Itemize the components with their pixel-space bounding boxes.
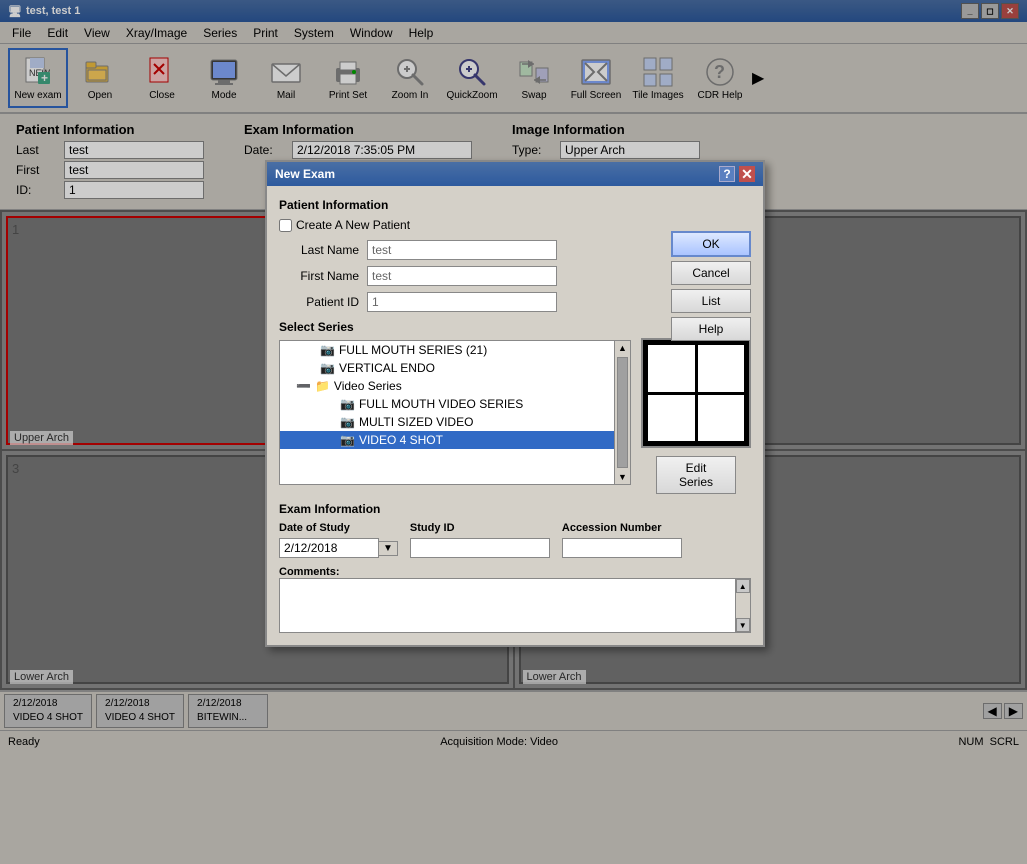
date-of-study-label: Date of Study bbox=[279, 522, 398, 534]
cancel-button[interactable]: Cancel bbox=[671, 261, 751, 285]
series-icon-4: 📷 bbox=[340, 415, 355, 429]
help-button[interactable]: Help bbox=[671, 317, 751, 341]
accession-col: Accession Number bbox=[562, 522, 682, 558]
dialog-title: New Exam bbox=[275, 167, 335, 181]
new-exam-dialog: New Exam ? ✕ OK Cancel List Help Patient… bbox=[265, 160, 765, 647]
create-patient-label: Create A New Patient bbox=[296, 218, 410, 232]
folder-icon: 📁 bbox=[315, 379, 330, 393]
create-patient-row: Create A New Patient bbox=[279, 218, 751, 232]
date-input-wrap: ▼ bbox=[279, 538, 398, 558]
modal-overlay: New Exam ? ✕ OK Cancel List Help Patient… bbox=[0, 0, 1027, 864]
scroll-down-arrow[interactable]: ▼ bbox=[615, 470, 630, 484]
series-item-4[interactable]: 📷 MULTI SIZED VIDEO bbox=[280, 413, 614, 431]
date-of-study-input[interactable] bbox=[279, 538, 379, 558]
dialog-body: OK Cancel List Help Patient Information … bbox=[267, 186, 763, 645]
scroll-thumb bbox=[617, 357, 628, 468]
list-button[interactable]: List bbox=[671, 289, 751, 313]
study-id-col: Study ID bbox=[410, 522, 550, 558]
series-folder-video[interactable]: ➖ 📁 Video Series bbox=[280, 377, 614, 395]
dialog-buttons: OK Cancel List Help bbox=[671, 231, 751, 341]
series-label-4: MULTI SIZED VIDEO bbox=[359, 415, 473, 429]
comments-scroll-down[interactable]: ▼ bbox=[736, 618, 751, 632]
comments-label: Comments: bbox=[279, 566, 751, 578]
comments-wrap: ▲ ▼ bbox=[279, 578, 751, 633]
series-item-1[interactable]: 📷 VERTICAL ENDO bbox=[280, 359, 614, 377]
series-icon-0: 📷 bbox=[320, 343, 335, 357]
first-name-input[interactable] bbox=[367, 266, 557, 286]
series-item-5[interactable]: 📷 VIDEO 4 SHOT bbox=[280, 431, 614, 449]
dialog-close-button[interactable]: ✕ bbox=[739, 166, 755, 182]
series-section: Select Series 📷 FULL MOUTH SERIES (21) 📷 bbox=[279, 320, 751, 494]
create-patient-checkbox[interactable] bbox=[279, 219, 292, 232]
last-name-field-label: Last Name bbox=[279, 243, 359, 257]
series-label-3: FULL MOUTH VIDEO SERIES bbox=[359, 397, 523, 411]
series-scrollbar[interactable]: ▲ ▼ bbox=[615, 340, 631, 485]
dialog-titlebar: New Exam ? ✕ bbox=[267, 162, 763, 186]
ok-button[interactable]: OK bbox=[671, 231, 751, 257]
series-icon-1: 📷 bbox=[320, 361, 335, 375]
edit-series-button[interactable]: Edit Series bbox=[656, 456, 736, 494]
date-picker-button[interactable]: ▼ bbox=[379, 541, 398, 556]
comments-scroll-up[interactable]: ▲ bbox=[736, 579, 751, 593]
scroll-up-arrow[interactable]: ▲ bbox=[615, 341, 630, 355]
series-item-3[interactable]: 📷 FULL MOUTH VIDEO SERIES bbox=[280, 395, 614, 413]
comments-scroll-track bbox=[736, 593, 751, 618]
last-name-input[interactable] bbox=[367, 240, 557, 260]
series-icon-3: 📷 bbox=[340, 397, 355, 411]
series-label-0: FULL MOUTH SERIES (21) bbox=[339, 343, 487, 357]
patient-id-field-label: Patient ID bbox=[279, 295, 359, 309]
accession-number-label: Accession Number bbox=[562, 522, 682, 534]
dialog-help-button[interactable]: ? bbox=[719, 166, 735, 182]
series-item-0[interactable]: 📷 FULL MOUTH SERIES (21) bbox=[280, 341, 614, 359]
first-name-field-label: First Name bbox=[279, 269, 359, 283]
study-id-input[interactable] bbox=[410, 538, 550, 558]
patient-info-section-label: Patient Information bbox=[279, 198, 751, 212]
series-folder-label: Video Series bbox=[334, 379, 402, 393]
preview-cell-3 bbox=[648, 395, 695, 442]
exam-info-dialog-section: Exam Information Date of Study ▼ Study I… bbox=[279, 502, 751, 633]
comments-textarea[interactable] bbox=[279, 578, 736, 633]
series-preview bbox=[641, 338, 751, 448]
series-icon-5: 📷 bbox=[340, 433, 355, 447]
select-series-label: Select Series bbox=[279, 320, 631, 334]
series-label-5: VIDEO 4 SHOT bbox=[359, 433, 443, 447]
series-label-1: VERTICAL ENDO bbox=[339, 361, 435, 375]
date-col: Date of Study ▼ bbox=[279, 522, 398, 558]
exam-info-row: Date of Study ▼ Study ID Accession Numbe… bbox=[279, 522, 751, 558]
comments-section: Comments: ▲ ▼ bbox=[279, 566, 751, 633]
preview-cell-4 bbox=[698, 395, 745, 442]
expand-icon: ➖ bbox=[296, 379, 311, 393]
exam-info-dialog-label: Exam Information bbox=[279, 502, 751, 516]
accession-number-input[interactable] bbox=[562, 538, 682, 558]
preview-cell-2 bbox=[698, 345, 745, 392]
patient-id-input[interactable] bbox=[367, 292, 557, 312]
series-tree: 📷 FULL MOUTH SERIES (21) 📷 VERTICAL ENDO… bbox=[279, 340, 615, 485]
study-id-label: Study ID bbox=[410, 522, 550, 534]
preview-cell-1 bbox=[648, 345, 695, 392]
comments-scrollbar[interactable]: ▲ ▼ bbox=[736, 578, 752, 633]
